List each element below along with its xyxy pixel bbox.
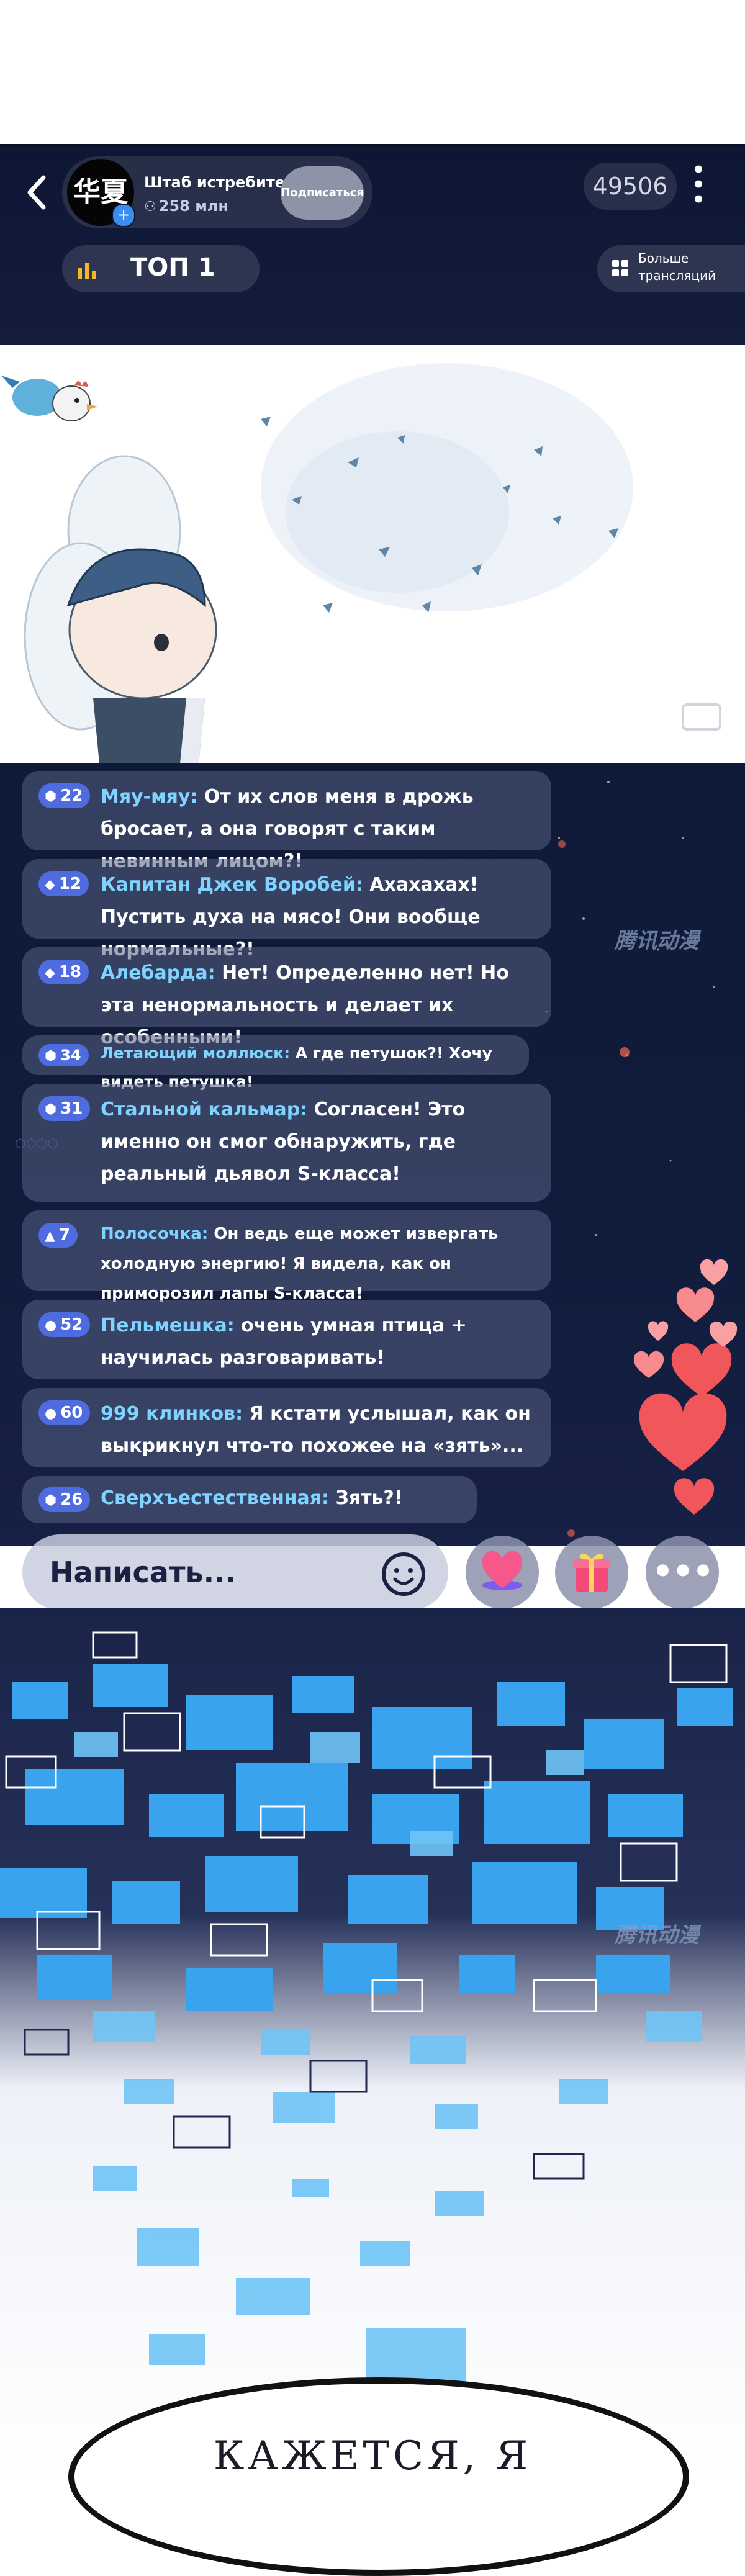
level-badge: ⬢ 34	[38, 1044, 89, 1066]
chat-message[interactable]: ▲ 7 Полосочка: Он ведь еще может извергат…	[22, 1210, 551, 1303]
top-rank-label: ТОП 1	[130, 253, 215, 282]
username: Капитан Джек Воробей:	[101, 874, 363, 896]
heart-icon	[482, 1551, 523, 1590]
shield-icon: ⬢	[45, 1048, 57, 1064]
chevron-left-icon	[27, 175, 46, 210]
circle-icon: ●	[45, 1406, 57, 1421]
grid-icon	[612, 260, 628, 276]
level-badge: ● 60	[38, 1400, 91, 1425]
heart-icon	[633, 1259, 738, 1515]
chat-message[interactable]: ◆ 18 Алебарда: Нет! Определенно нет! Но э…	[22, 947, 551, 1048]
chat-message[interactable]: ⬢ 34 Летающий моллюск: А где петушок?! Хо…	[22, 1035, 529, 1091]
more-dots-label: •••	[652, 1552, 714, 1591]
circle-icon: ●	[45, 1318, 57, 1333]
username: Летающий моллюск:	[101, 1044, 291, 1062]
chibi-characters-illustration	[1, 363, 721, 763]
shield-icon: ⬢	[45, 789, 57, 804]
comic-art-panel	[0, 345, 745, 763]
chat-message[interactable]: ⬢ 22 Мяу-мяу: От их слов меня в дрожь бро…	[22, 771, 551, 872]
chat-message[interactable]: ● 60 999 клинков: Я кстати услышал, как о…	[22, 1388, 551, 1467]
triangle-icon: ▲	[45, 1228, 55, 1244]
plus-badge-icon: +	[112, 204, 135, 227]
message-text: Полосочка: Он ведь еще может извергать х…	[101, 1219, 536, 1308]
chat-message[interactable]: ⬢ 26 Сверхъестественная: Зять?!	[22, 1476, 477, 1523]
watermark: 腾讯动漫	[615, 1923, 699, 1948]
digital-glitch-art: 腾讯动漫	[0, 1608, 745, 2483]
username: 999 клинков:	[101, 1403, 243, 1425]
diamond-icon: ◆	[45, 965, 55, 981]
more-streams-label: Больше трансляций	[638, 251, 716, 283]
shield-icon: ⬢	[45, 1493, 57, 1508]
back-button[interactable]	[25, 168, 56, 217]
speech-bubble-text: КАЖЕТСЯ, Я	[213, 2433, 532, 2479]
vertical-dots-icon[interactable]: • • •	[689, 160, 708, 210]
subscribe-button[interactable]: Подписаться	[281, 166, 364, 220]
username: Пельмешка:	[101, 1315, 235, 1336]
username: Полосочка:	[101, 1225, 209, 1243]
level-badge: ⬢ 22	[38, 783, 91, 808]
username: Мяу-мяу:	[101, 786, 198, 808]
gift-button[interactable]	[555, 1536, 628, 1609]
message-text: Пельмешка: очень умная птица + научилась…	[101, 1310, 536, 1374]
level-badge: ⬢ 26	[38, 1487, 91, 1512]
like-button[interactable]	[466, 1536, 539, 1609]
host-viewers: ⚇ 258 млн	[144, 197, 228, 215]
smiley-icon[interactable]	[380, 1551, 427, 1598]
shield-icon: ⬢	[45, 1102, 57, 1117]
username: Алебарда:	[101, 962, 215, 984]
level-badge: ◆ 18	[38, 960, 89, 984]
chat-message[interactable]: ◆ 12 Капитан Джек Воробей: Ахахахах! Пуст…	[22, 859, 551, 960]
message-text: Сверхъестественная: Зять?!	[101, 1482, 462, 1515]
bar-chart-icon	[78, 263, 96, 279]
gift-icon	[573, 1553, 610, 1592]
diamond-icon: ◆	[45, 877, 55, 893]
message-text: Стальной кальмар: Согласен! Это именно о…	[101, 1094, 536, 1191]
glitch-squares-illustration	[0, 1608, 745, 2483]
level-badge: ⬢ 31	[38, 1096, 91, 1121]
comment-placeholder: Написать...	[50, 1556, 237, 1589]
people-icon: ⚇	[144, 199, 156, 215]
level-badge: ◆ 12	[38, 871, 89, 896]
level-badge: ● 52	[38, 1312, 91, 1337]
message-text: 999 клинков: Я кстати услышал, как он вы…	[101, 1398, 536, 1462]
viewer-count[interactable]: 49506	[584, 163, 677, 210]
username: Стальной кальмар:	[101, 1099, 308, 1120]
username: Сверхъестественная:	[101, 1487, 330, 1509]
watermark: 腾讯动漫	[615, 929, 699, 953]
chat-message[interactable]: ⬢ 31 Стальной кальмар: Согласен! Это имен…	[22, 1084, 551, 1202]
message-body: Зять?!	[329, 1487, 403, 1509]
level-badge: ▲ 7	[38, 1223, 78, 1248]
viewers-count: 258 млн	[158, 197, 228, 215]
chat-message[interactable]: ● 52 Пельмешка: очень умная птица + научи…	[22, 1300, 551, 1379]
